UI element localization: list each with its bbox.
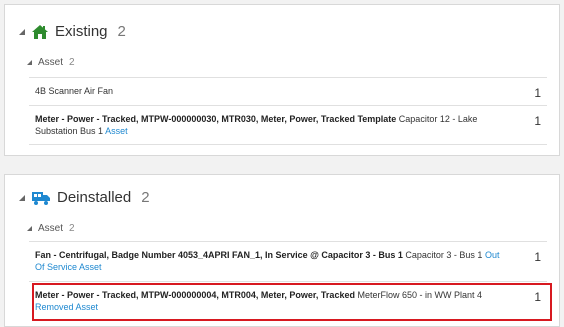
group-count: 2 <box>141 189 150 206</box>
row-count: 1 <box>534 86 541 100</box>
collapse-triangle-icon[interactable] <box>27 60 32 65</box>
list-item[interactable]: Meter - Power - Tracked, MTPW-000000030,… <box>29 105 547 145</box>
row-text: 4B Scanner Air Fan <box>35 86 114 96</box>
list-item[interactable]: Fan - Centrifugal, Badge Number 4053_4AP… <box>29 241 547 281</box>
existing-panel: Existing 2 Asset 2 4B Scanner Air Fan 1 … <box>4 4 560 156</box>
asset-label: Asset <box>38 57 64 68</box>
asset-label: Asset <box>38 223 64 234</box>
collapse-triangle-icon[interactable] <box>19 194 25 201</box>
asset-count: 2 <box>69 57 75 68</box>
existing-group-header[interactable]: Existing 2 <box>19 23 126 40</box>
row-text: Meter - Power - Tracked, MTPW-000000030,… <box>35 113 505 137</box>
existing-asset-subheader[interactable]: Asset 2 <box>27 57 75 68</box>
row-location: Capacitor 3 - Bus 1 <box>402 250 485 260</box>
row-count: 1 <box>534 114 541 128</box>
house-icon <box>32 24 48 39</box>
group-title: Deinstalled <box>57 189 132 206</box>
group-count: 2 <box>117 23 126 40</box>
selection-highlight <box>32 283 552 321</box>
row-text: Fan - Centrifugal, Badge Number 4053_4AP… <box>35 249 505 273</box>
deinstalled-group-header[interactable]: Deinstalled 2 <box>19 189 150 206</box>
row-title: Fan - Centrifugal, Badge Number 4053_4AP… <box>35 250 403 260</box>
collapse-triangle-icon[interactable] <box>27 226 32 231</box>
group-title: Existing <box>55 23 108 40</box>
row-count: 1 <box>534 250 541 264</box>
truck-icon <box>32 191 50 205</box>
list-item[interactable]: 4B Scanner Air Fan 1 <box>29 77 547 105</box>
deinstalled-asset-subheader[interactable]: Asset 2 <box>27 223 75 234</box>
asset-count: 2 <box>69 223 75 234</box>
row-title: Meter - Power - Tracked, MTPW-000000030,… <box>35 114 397 124</box>
collapse-triangle-icon[interactable] <box>19 28 25 35</box>
asset-link[interactable]: Asset <box>105 126 128 136</box>
